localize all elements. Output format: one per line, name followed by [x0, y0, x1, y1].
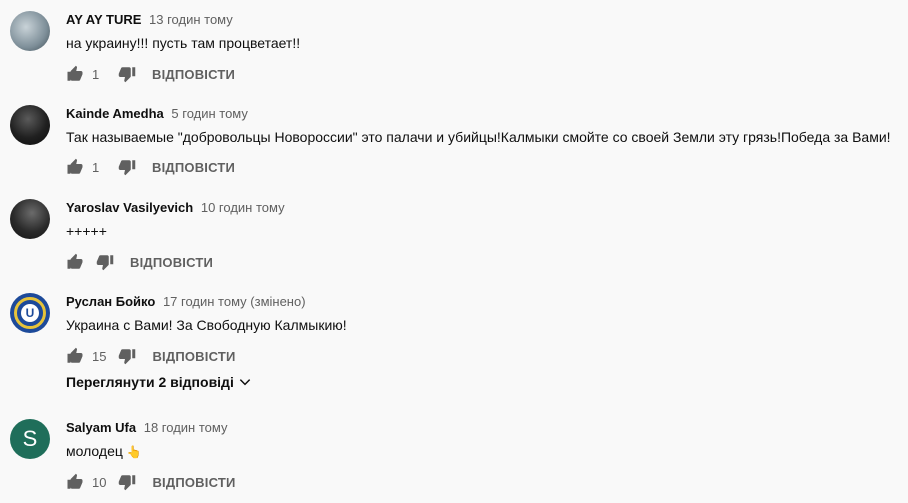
avatar-letter: S [22, 426, 38, 451]
view-replies-button[interactable]: Переглянути 2 відповіді [66, 374, 252, 390]
thumbs-up-icon[interactable] [66, 347, 84, 365]
reply-button[interactable]: ВІДПОВІСТИ [152, 160, 235, 175]
like-count: 10 [92, 474, 107, 490]
view-replies-label: Переглянути 2 відповіді [66, 374, 234, 390]
author-name[interactable]: Salyam Ufa [66, 420, 136, 435]
comment-actions: 15 ВІДПОВІСТИ [66, 346, 236, 366]
author-name[interactable]: Yaroslav Vasilyevich [66, 200, 193, 215]
thumbs-down-icon[interactable] [118, 158, 136, 176]
thumbs-up-icon[interactable] [66, 158, 84, 176]
comment-text-body: молодец [66, 443, 123, 459]
emblem-icon: U [14, 297, 46, 329]
avatar[interactable] [10, 11, 50, 51]
comment-header: AY AY TURE 13 годин тому [66, 12, 233, 27]
comment-time[interactable]: 5 годин тому [171, 106, 248, 121]
thumbs-up-icon[interactable] [66, 65, 84, 83]
avatar[interactable] [10, 199, 50, 239]
like-count: 1 [92, 66, 100, 82]
comment-header: Salyam Ufa 18 годин тому [66, 420, 227, 435]
reply-button[interactable]: ВІДПОВІСТИ [130, 255, 213, 270]
comment-header: Руслан Бойко 17 годин тому (змінено) [66, 294, 306, 309]
comment-time[interactable]: 13 годин тому [149, 12, 233, 27]
author-name[interactable]: Kainde Amedha [66, 106, 164, 121]
thumbs-down-icon[interactable] [96, 253, 114, 271]
comment-time[interactable]: 10 годин тому [201, 200, 285, 215]
comment-actions: ВІДПОВІСТИ [66, 252, 213, 272]
comment-actions: 10 ВІДПОВІСТИ [66, 472, 236, 492]
comment-text: +++++ [66, 223, 107, 239]
thumbs-down-icon[interactable] [118, 65, 136, 83]
thumbs-up-icon[interactable] [66, 253, 84, 271]
comment-header: Yaroslav Vasilyevich 10 годин тому [66, 200, 285, 215]
pointing-hand-icon: 👆 [126, 445, 142, 459]
thumbs-down-icon[interactable] [118, 473, 136, 491]
comment-text: молодец 👆 [66, 443, 142, 459]
author-name[interactable]: AY AY TURE [66, 12, 141, 27]
comment-text: Так называемые "добровольцы Новороссии" … [66, 129, 891, 145]
reply-button[interactable]: ВІДПОВІСТИ [152, 349, 235, 364]
thumbs-up-icon[interactable] [66, 473, 84, 491]
reply-button[interactable]: ВІДПОВІСТИ [152, 475, 235, 490]
comment-actions: 1 ВІДПОВІСТИ [66, 64, 235, 84]
avatar[interactable]: U [10, 293, 50, 333]
comment-time[interactable]: 17 годин тому (змінено) [163, 294, 306, 309]
comment-header: Kainde Amedha 5 годин тому [66, 106, 248, 121]
comment-text: на украину!!! пусть там процветает!! [66, 35, 301, 51]
avatar[interactable]: S [10, 419, 50, 459]
thumbs-down-icon[interactable] [118, 347, 136, 365]
like-count: 15 [92, 348, 107, 364]
like-count: 1 [92, 159, 100, 175]
author-name[interactable]: Руслан Бойко [66, 294, 155, 309]
comment-text: Украина с Вами! За Свободную Калмыкию! [66, 317, 347, 333]
emblem-letter: U [21, 304, 39, 322]
comment-actions: 1 ВІДПОВІСТИ [66, 157, 235, 177]
comment-time[interactable]: 18 годин тому [144, 420, 228, 435]
reply-button[interactable]: ВІДПОВІСТИ [152, 67, 235, 82]
avatar[interactable] [10, 105, 50, 145]
chevron-down-icon [238, 375, 252, 389]
